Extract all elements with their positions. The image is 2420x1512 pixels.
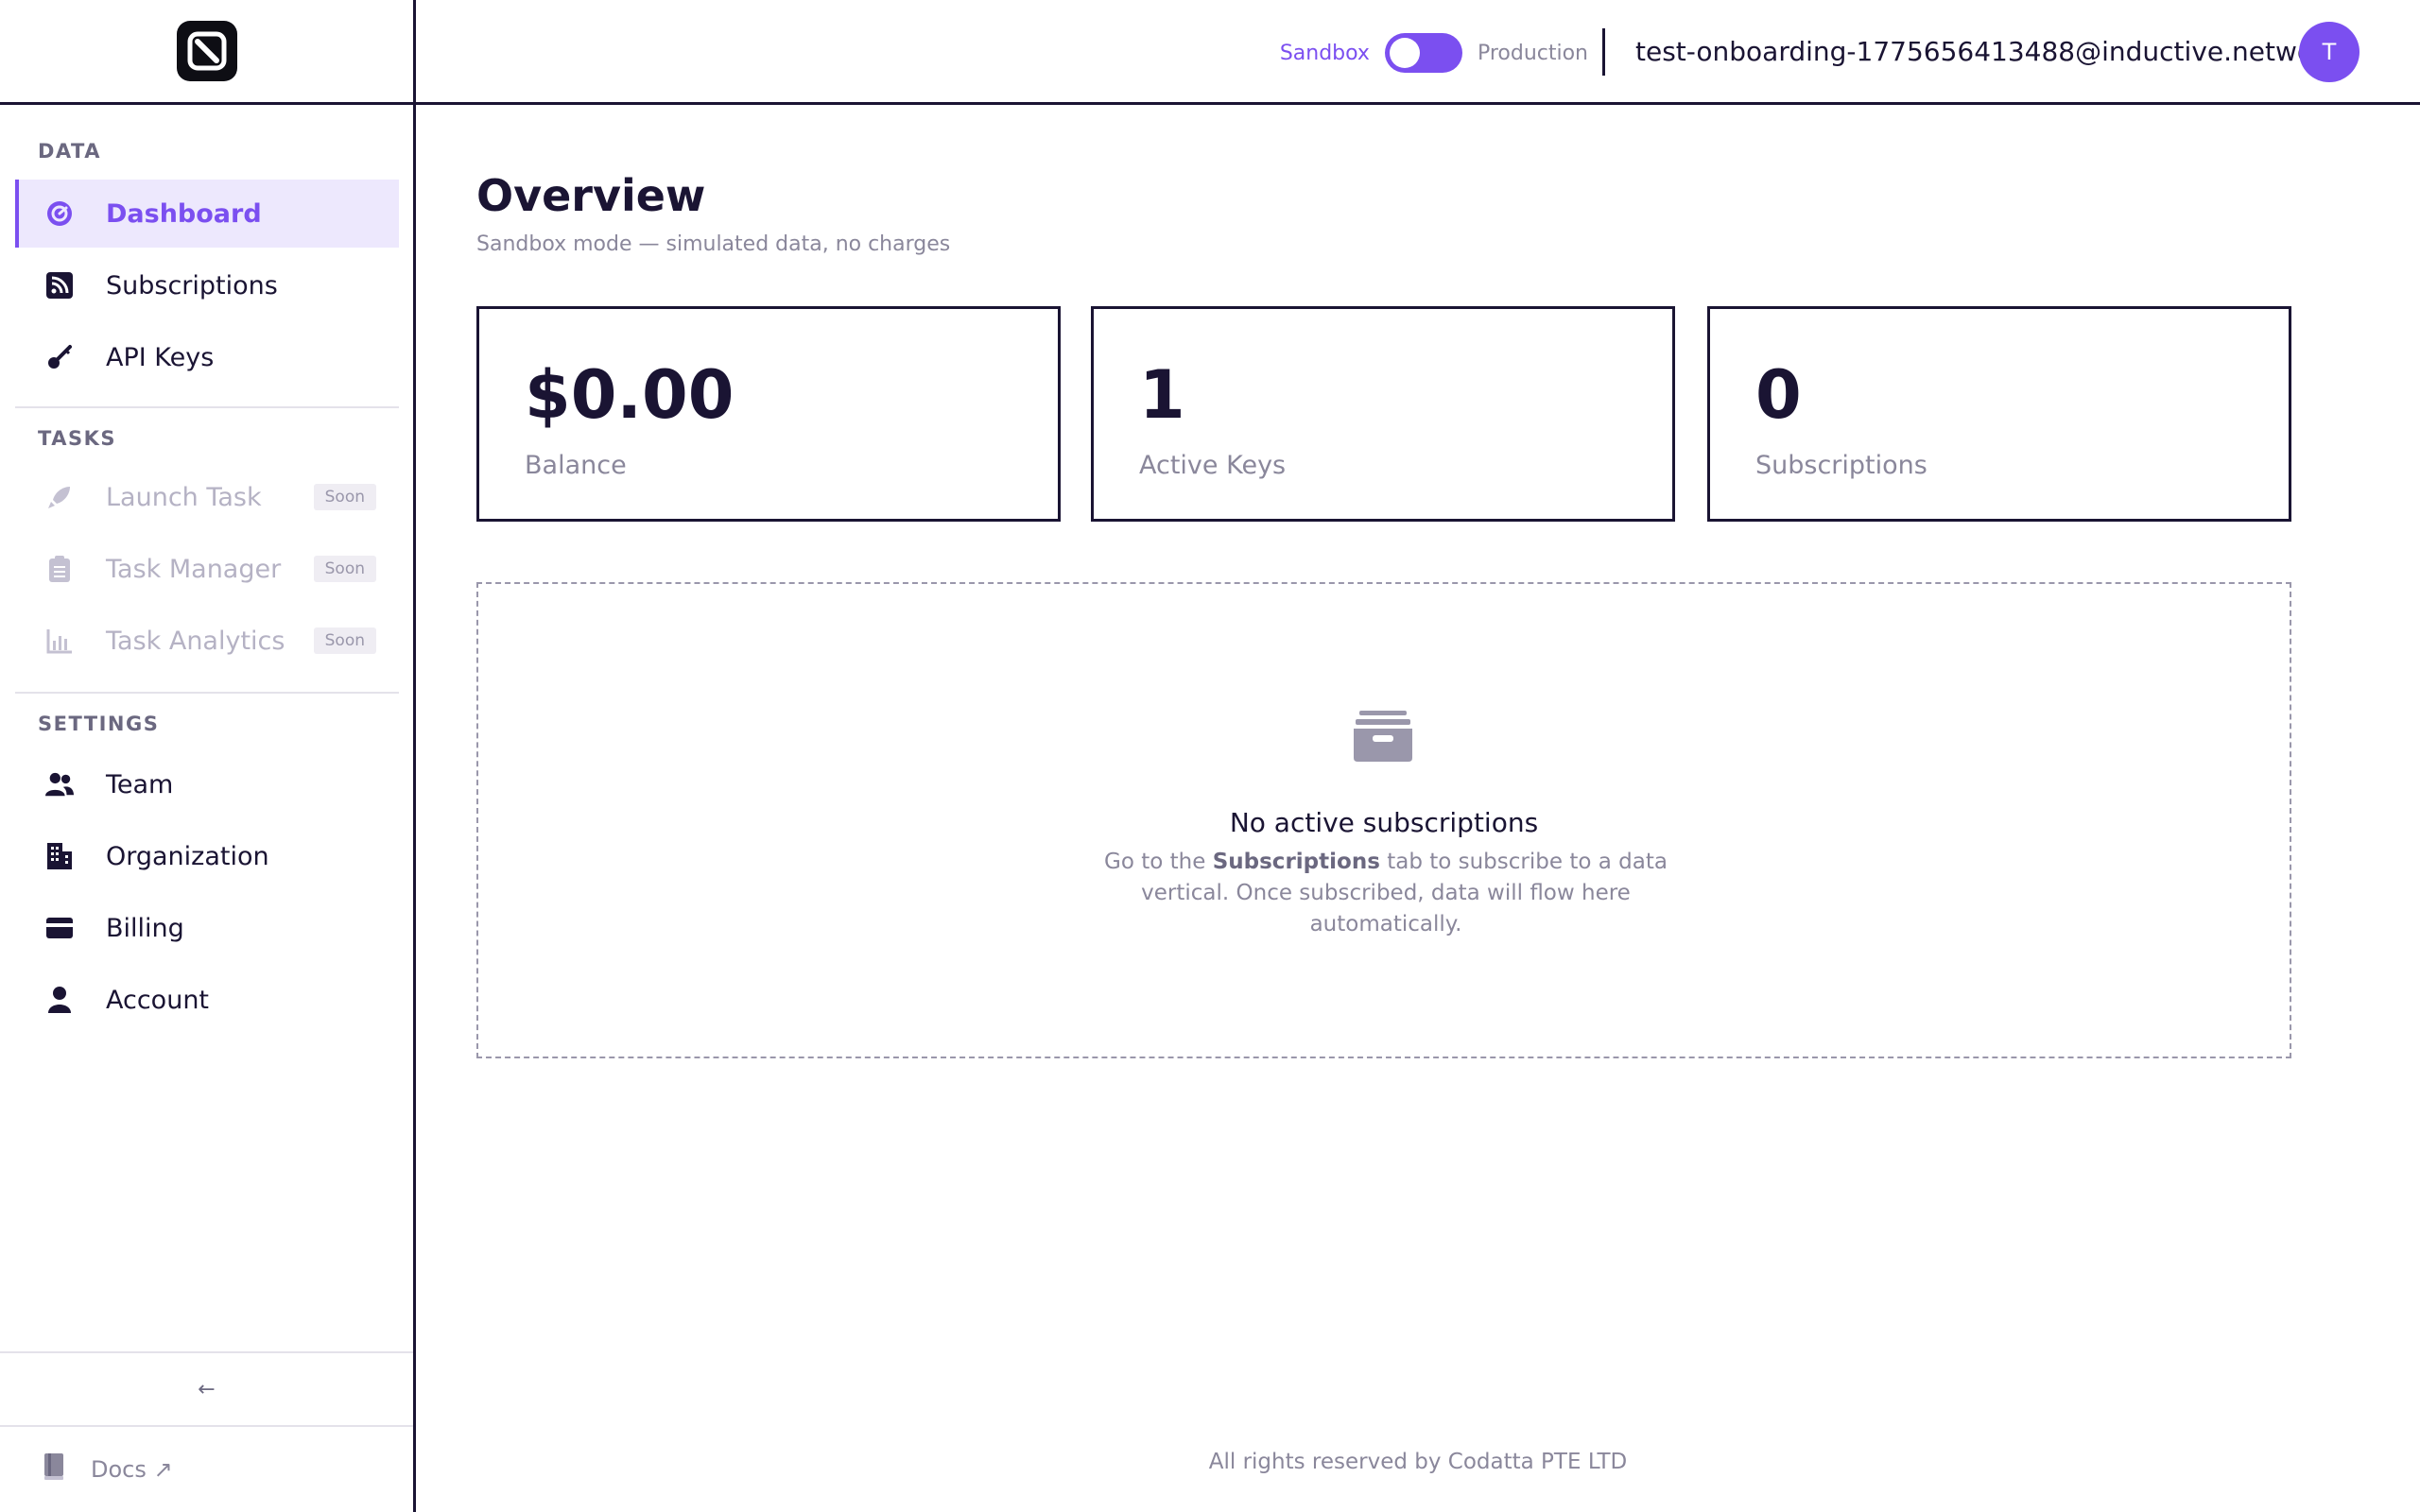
sidebar-item-label: Subscriptions — [106, 270, 278, 301]
credit-card-icon — [45, 914, 74, 942]
key-icon — [45, 343, 74, 371]
main-content: Overview Sandbox mode — simulated data, … — [416, 108, 2420, 1512]
stat-value: 1 — [1139, 356, 1185, 434]
avatar[interactable]: T — [2299, 22, 2360, 82]
sidebar-item-launch-task: Launch Task Soon — [15, 463, 399, 531]
clipboard-icon — [45, 555, 74, 583]
rss-icon — [45, 271, 74, 300]
empty-title: No active subscriptions — [1229, 807, 1539, 838]
sidebar-divider — [15, 692, 399, 694]
users-icon — [45, 770, 74, 799]
app-root: DATA Dashboard Subscriptions API Keys TA… — [0, 0, 2420, 1512]
sidebar-item-label: Launch Task — [106, 482, 262, 512]
rocket-icon — [45, 483, 74, 511]
sidebar-item-label: Dashboard — [106, 198, 262, 229]
chart-line-icon — [45, 627, 74, 655]
user-email: test-onboarding-1775656413488@inductive.… — [1635, 36, 2340, 67]
sidebar-item-billing[interactable]: Billing — [15, 894, 399, 962]
top-header: Sandbox Production test-onboarding-17756… — [416, 0, 2420, 105]
footer-copyright: All rights reserved by Codatta PTE LTD — [1208, 1450, 1628, 1474]
docs-link[interactable]: Docs ↗ — [42, 1446, 173, 1493]
stat-card-subscriptions: 0 Subscriptions — [1707, 306, 2291, 522]
sidebar-item-organization[interactable]: Organization — [15, 822, 399, 890]
sidebar-item-label: Billing — [106, 913, 184, 943]
header-separator — [1602, 28, 1605, 76]
stat-label: Subscriptions — [1755, 451, 1927, 480]
inbox-icon — [1354, 711, 1412, 765]
book-icon — [42, 1452, 66, 1486]
section-label-data: DATA — [38, 140, 102, 163]
sidebar-item-label: Task Manager — [106, 554, 282, 584]
switch-knob — [1389, 38, 1420, 68]
sidebar-item-account[interactable]: Account — [15, 966, 399, 1034]
empty-subscriptions-panel: No active subscriptions Go to the Subscr… — [476, 582, 2291, 1058]
environment-switch[interactable] — [1384, 33, 1462, 73]
sidebar-item-team[interactable]: Team — [15, 750, 399, 818]
page-subtitle: Sandbox mode — simulated data, no charge… — [476, 232, 951, 256]
page-title: Overview — [476, 170, 706, 221]
gauge-icon — [45, 199, 74, 228]
sidebar-item-subscriptions[interactable]: Subscriptions — [15, 251, 399, 319]
sidebar-item-label: Account — [106, 985, 210, 1015]
sidebar-item-api-keys[interactable]: API Keys — [15, 323, 399, 391]
brand-logo-icon — [187, 31, 226, 71]
empty-text-before: Go to the — [1104, 850, 1213, 874]
sidebar-item-label: Task Analytics — [106, 626, 285, 656]
sidebar-item-label: Organization — [106, 841, 269, 871]
subscriptions-tab-reference: Subscriptions — [1212, 850, 1380, 874]
stat-card-active-keys: 1 Active Keys — [1091, 306, 1675, 522]
soon-badge: Soon — [313, 484, 376, 510]
logo-area — [0, 0, 413, 105]
sidebar: DATA Dashboard Subscriptions API Keys TA… — [0, 0, 416, 1512]
empty-description: Go to the Subscriptions tab to subscribe… — [1102, 847, 1669, 940]
sidebar-item-dashboard[interactable]: Dashboard — [15, 180, 399, 248]
arrow-left-icon: ← — [198, 1377, 216, 1401]
environment-toggle: Sandbox Production — [1280, 32, 1588, 74]
section-label-tasks: TASKS — [38, 427, 116, 450]
user-icon — [45, 986, 74, 1014]
env-production-label[interactable]: Production — [1478, 42, 1588, 65]
sidebar-item-label: API Keys — [106, 342, 215, 372]
sidebar-item-task-manager: Task Manager Soon — [15, 535, 399, 603]
sidebar-item-label: Team — [106, 769, 174, 799]
sidebar-divider — [15, 406, 399, 408]
section-label-settings: SETTINGS — [38, 713, 160, 735]
soon-badge: Soon — [313, 627, 376, 654]
stat-label: Balance — [525, 451, 627, 480]
stat-card-balance: $0.00 Balance — [476, 306, 1061, 522]
stat-label: Active Keys — [1139, 451, 1287, 480]
brand-logo[interactable] — [176, 21, 237, 81]
stat-value: 0 — [1755, 356, 1802, 434]
stat-value: $0.00 — [525, 356, 735, 434]
docs-label: Docs ↗ — [91, 1456, 173, 1483]
building-icon — [45, 842, 74, 870]
env-sandbox-label[interactable]: Sandbox — [1280, 42, 1370, 65]
sidebar-item-task-analytics: Task Analytics Soon — [15, 607, 399, 675]
sidebar-collapse-button[interactable]: ← — [0, 1351, 413, 1427]
soon-badge: Soon — [313, 556, 376, 582]
